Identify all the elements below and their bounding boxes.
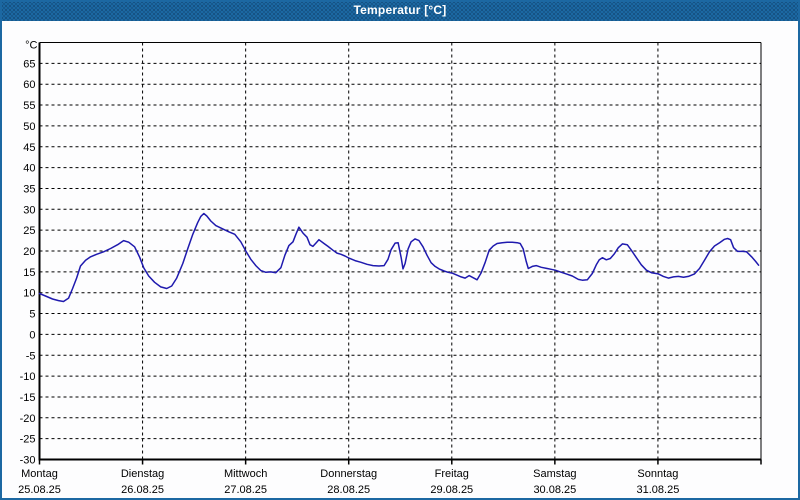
y-tick-label: -15 — [20, 392, 36, 404]
y-tick-label: 25 — [23, 225, 35, 237]
x-day-label: Freitag — [435, 468, 469, 480]
x-date-label: 25.08.25 — [18, 484, 61, 496]
x-day-label: Sonntag — [637, 468, 678, 480]
x-day-label: Montag — [21, 468, 58, 480]
x-day-label: Samstag — [533, 468, 576, 480]
y-tick-label: 5 — [29, 309, 35, 321]
window-title: Temperatur [°C] — [353, 3, 447, 17]
x-date-label: 29.08.25 — [430, 484, 473, 496]
title-bar: Temperatur [°C] — [0, 0, 800, 21]
x-date-label: 28.08.25 — [327, 484, 370, 496]
temperature-line — [38, 212, 760, 303]
y-axis-labels: 65605550454035302520151050-5-10-15-20-25… — [20, 40, 38, 467]
y-tick-label: 30 — [23, 204, 35, 216]
y-tick-label: 20 — [23, 246, 35, 258]
y-tick-label: -10 — [20, 371, 36, 383]
temperature-chart: 65605550454035302520151050-5-10-15-20-25… — [18, 40, 762, 496]
x-date-label: 30.08.25 — [533, 484, 576, 496]
y-axis-unit-label: °C — [25, 40, 37, 52]
y-tick-label: 50 — [23, 121, 35, 133]
y-tick-label: 60 — [23, 79, 35, 91]
y-tick-label: 15 — [23, 267, 35, 279]
x-day-label: Mittwoch — [224, 468, 267, 480]
y-tick-label: -25 — [20, 434, 36, 446]
app-window: Temperatur [°C] 65 60 55 50 45 40 35 30 25 20 15 10… — [0, 0, 800, 500]
x-date-label: 27.08.25 — [224, 484, 267, 496]
x-day-label: Donnerstag — [320, 468, 377, 480]
y-tick-label: 55 — [23, 100, 35, 112]
y-tick-label: -30 — [20, 455, 36, 467]
x-day-label: Dienstag — [121, 468, 164, 480]
y-tick-label: 45 — [23, 142, 35, 154]
y-tick-label: 65 — [23, 58, 35, 70]
y-tick-label: -20 — [20, 413, 36, 425]
y-tick-label: 10 — [23, 288, 35, 300]
y-tick-label: 35 — [23, 183, 35, 195]
x-date-label: 26.08.25 — [121, 484, 164, 496]
y-tick-label: -5 — [26, 350, 36, 362]
x-axis-labels: Montag 25.08.25 Dienstag 26.08.25 Mittwoch 27… — [18, 468, 679, 496]
x-date-label: 31.08.25 — [637, 484, 680, 496]
y-tick-label: 0 — [29, 329, 35, 341]
temperature-series — [38, 212, 760, 303]
y-tick-label: 40 — [23, 163, 35, 175]
